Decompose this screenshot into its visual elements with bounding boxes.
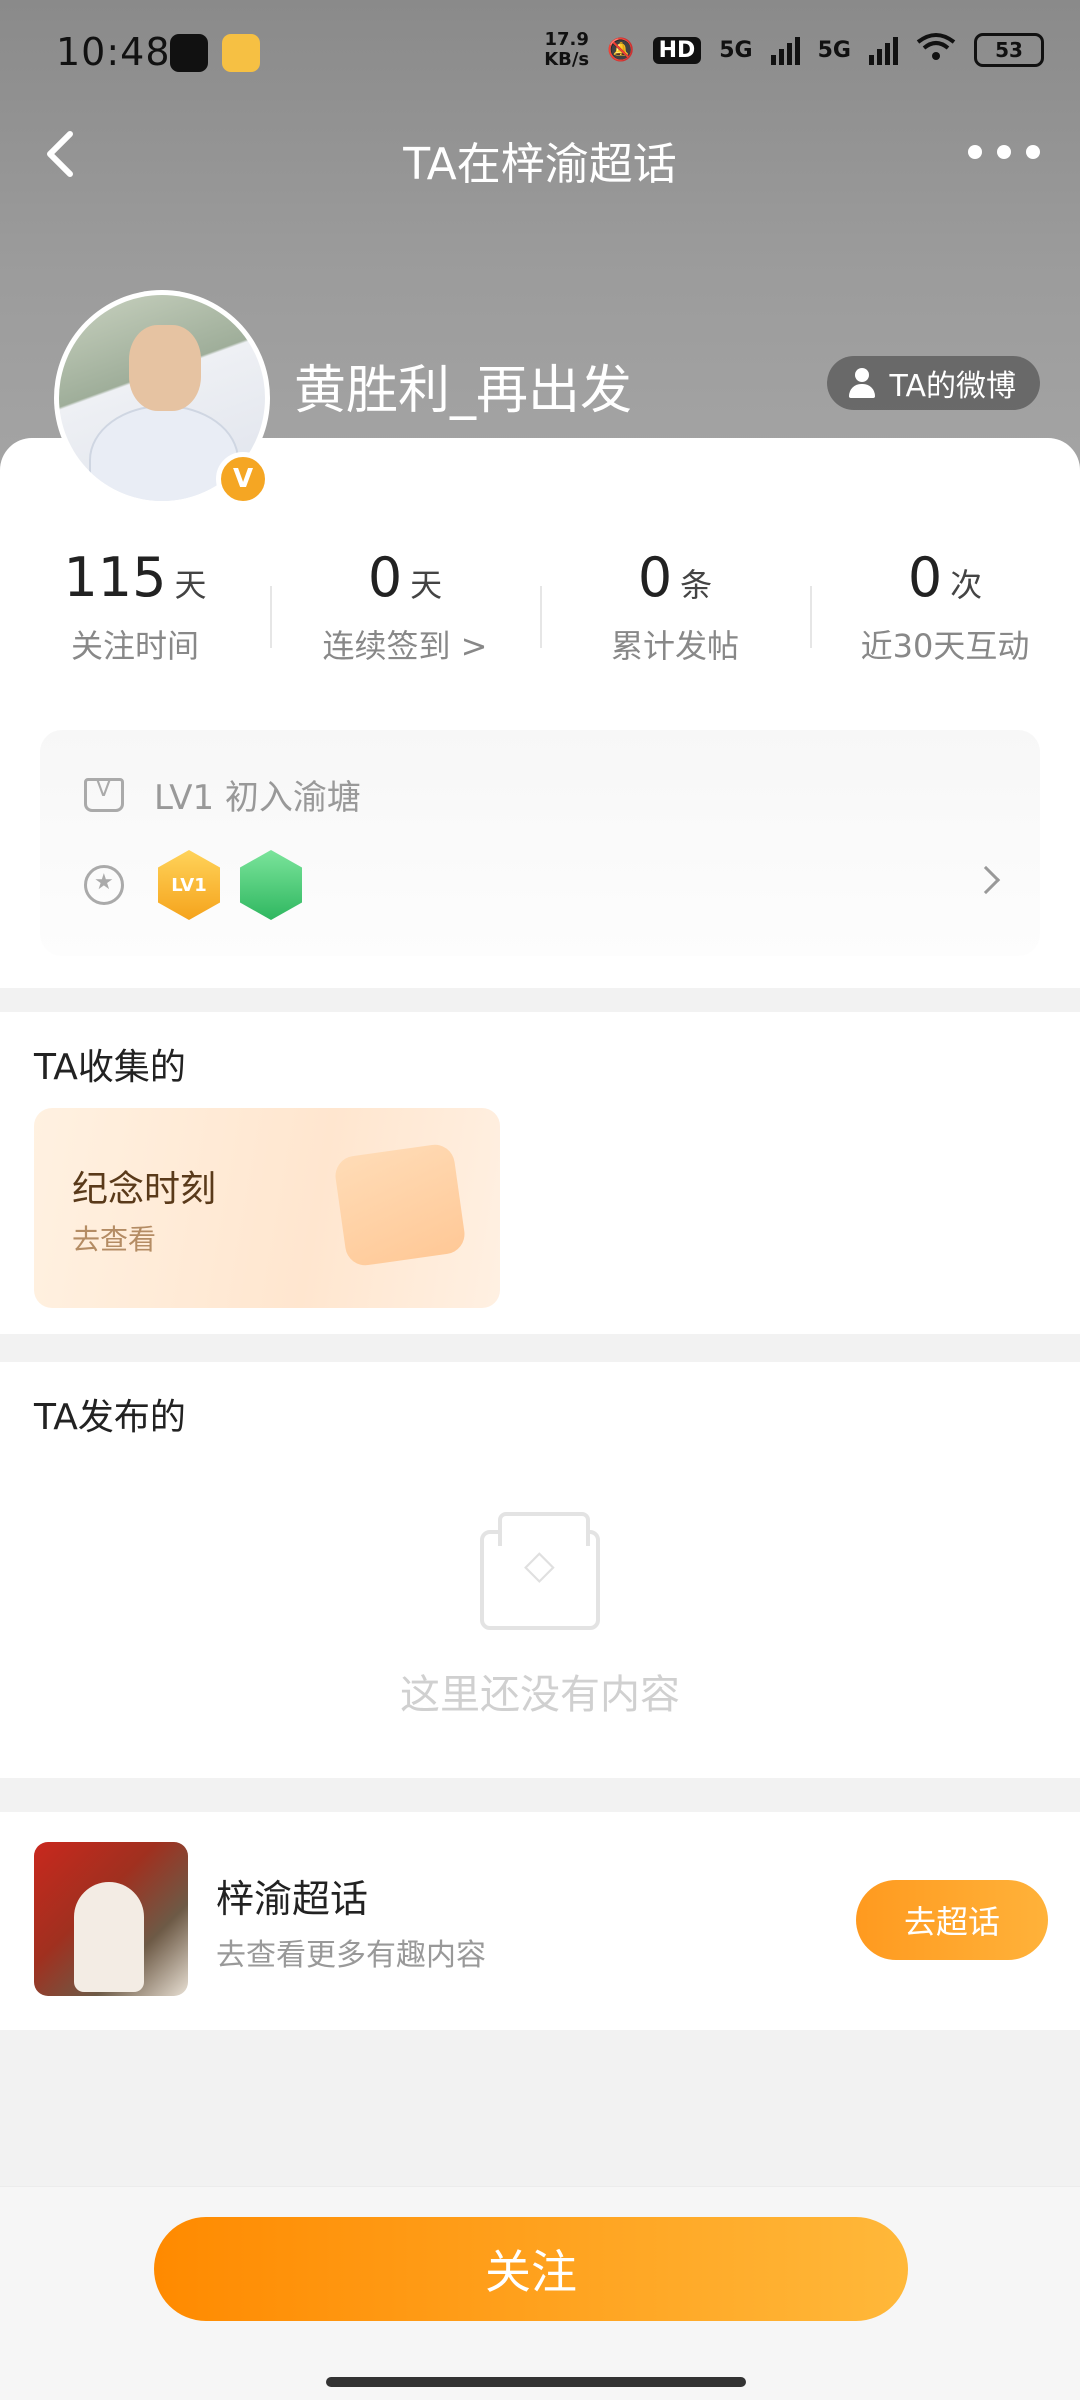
stat-value: 0: [637, 546, 673, 609]
weibo-icon: [222, 34, 260, 72]
stat-unit: 条: [680, 566, 713, 604]
tiktok-icon: [170, 34, 208, 72]
net-speed: 17.9 KB/s: [544, 30, 589, 70]
memory-card[interactable]: 纪念时刻 去查看: [34, 1108, 500, 1308]
battery-icon: 53: [974, 33, 1044, 67]
bottom-bar: 关注: [0, 2186, 1080, 2400]
mute-icon: 🔕: [607, 37, 635, 63]
net-speed-unit: KB/s: [544, 49, 590, 70]
hand-badge-icon: [240, 850, 302, 920]
stat-interactions: 0次 近30天互动: [810, 546, 1080, 686]
crown-icon: [84, 777, 124, 812]
calendar-gift-icon: [332, 1142, 468, 1268]
level-text: LV1 初入渝塘: [154, 778, 361, 818]
badge-row: LV1: [84, 850, 302, 920]
ta-weibo-button[interactable]: TA的微博: [827, 356, 1040, 410]
stat-unit: 天: [174, 566, 207, 604]
level-panel[interactable]: LV1 初入渝塘 LV1: [40, 730, 1040, 956]
chaohua-desc: 去查看更多有趣内容: [216, 1938, 486, 1973]
verified-badge-icon: V: [216, 452, 270, 506]
wifi-icon: [916, 32, 956, 68]
stat-value: 0: [367, 546, 403, 609]
lv1-badge-icon: LV1: [158, 850, 220, 920]
page-title: TA在梓渝超话: [403, 139, 677, 190]
net-speed-value: 17.9: [544, 29, 589, 50]
medal-icon: [84, 865, 124, 905]
signal-icon: [770, 35, 800, 65]
collected-section: TA收集的 纪念时刻 去查看: [0, 1012, 1080, 1334]
sim1-label: 5G: [719, 37, 753, 63]
person-icon: [847, 368, 877, 398]
follow-button[interactable]: 关注: [154, 2217, 908, 2321]
stat-value: 0: [907, 546, 943, 609]
profile-card: 115天 关注时间 0天 连续签到 > 0条 累计发帖 0次 近30天互动 LV…: [0, 438, 1080, 988]
stat-follow-time: 115 天 关注时间: [0, 546, 270, 686]
stat-checkin[interactable]: 0天 连续签到 >: [270, 546, 540, 686]
go-chaohua-button[interactable]: 去超话: [856, 1880, 1048, 1960]
memory-subtitle: 去查看: [72, 1223, 157, 1256]
more-button[interactable]: [968, 132, 1040, 172]
chevron-right-icon: [971, 865, 1001, 895]
empty-state-text: 这里还没有内容: [400, 1672, 680, 1718]
hd-badge: HD: [652, 36, 702, 64]
chaohua-name: 梓渝超话: [216, 1877, 369, 1921]
stat-label: 连续签到 >: [322, 627, 488, 665]
battery-level: 53: [995, 38, 1023, 62]
stat-label: 近30天互动: [860, 627, 1030, 665]
published-section: TA发布的 这里还没有内容: [0, 1362, 1080, 1778]
section-title: TA收集的: [34, 1047, 186, 1088]
chaohua-thumbnail: [34, 1842, 188, 1996]
stat-value: 115: [63, 546, 167, 609]
ta-weibo-label: TA的微博: [889, 369, 1016, 404]
stat-unit: 次: [950, 566, 983, 604]
status-bar: 10:48 17.9 KB/s 🔕 HD 5G 5G 53: [0, 26, 1080, 82]
title-bar: TA在梓渝超话: [0, 118, 1080, 198]
level-row: LV1 初入渝塘: [84, 770, 361, 819]
stat-unit: 天: [410, 566, 443, 604]
stats-row: 115 天 关注时间 0天 连续签到 > 0条 累计发帖 0次 近30天互动: [0, 546, 1080, 686]
section-title: TA发布的: [34, 1397, 186, 1438]
status-time: 10:48: [56, 30, 171, 74]
stat-posts: 0条 累计发帖: [540, 546, 810, 686]
sim2-label: 5G: [817, 37, 851, 63]
stat-label: 累计发帖: [610, 627, 739, 665]
empty-box-icon: [480, 1512, 600, 1630]
stat-label: 关注时间: [70, 627, 199, 665]
chaohua-row[interactable]: 梓渝超话 去查看更多有趣内容 去超话: [0, 1812, 1080, 2030]
status-right: 17.9 KB/s 🔕 HD 5G 5G 53: [544, 30, 1044, 70]
home-indicator[interactable]: [326, 2377, 746, 2387]
memory-title: 纪念时刻: [72, 1169, 217, 1210]
signal-icon-2: [869, 35, 898, 65]
username: 黄胜利_再出发: [294, 361, 633, 421]
